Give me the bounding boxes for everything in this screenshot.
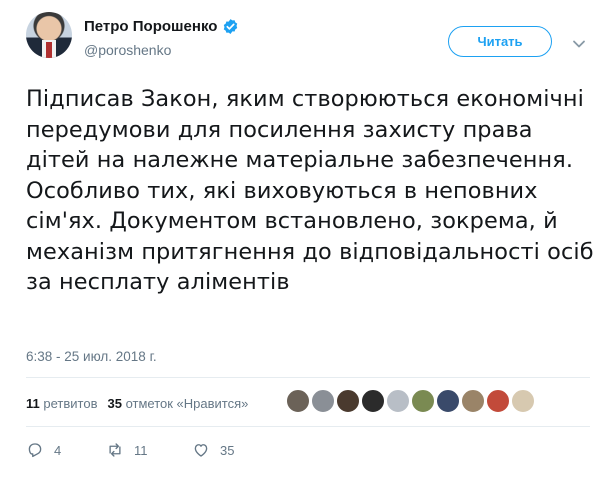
liker-avatar[interactable] xyxy=(436,389,460,413)
liker-avatar[interactable] xyxy=(461,389,485,413)
retweets-count: 11 xyxy=(26,396,40,411)
liker-avatars xyxy=(286,389,535,413)
tweet-text: Підписав Закон, яким створюються економі… xyxy=(26,86,594,295)
divider-top xyxy=(26,377,590,378)
liker-avatar[interactable] xyxy=(411,389,435,413)
liker-avatar[interactable] xyxy=(386,389,410,413)
tweet-stats: 11 ретвитов 35 отметок «Нравится» xyxy=(26,396,248,411)
retweets-stat[interactable]: 11 ретвитов xyxy=(26,396,97,411)
avatar-tie xyxy=(46,42,52,58)
avatar[interactable] xyxy=(26,12,72,58)
reply-icon xyxy=(28,443,42,458)
like-button[interactable]: 35 xyxy=(192,441,234,459)
author-name-row[interactable]: Петро Порошенко xyxy=(84,18,239,35)
author-display-name[interactable]: Петро Порошенко xyxy=(84,18,217,35)
heart-icon xyxy=(194,444,208,457)
like-count: 35 xyxy=(220,442,235,458)
liker-avatar[interactable] xyxy=(486,389,510,413)
tweet-actions: 4 11 35 xyxy=(26,441,234,459)
retweets-label: ретвитов xyxy=(43,396,98,411)
follow-button[interactable]: Читать xyxy=(448,26,552,57)
verified-icon xyxy=(222,18,239,35)
divider-bottom xyxy=(26,426,590,427)
likes-stat[interactable]: 35 отметок «Нравится» xyxy=(107,396,248,411)
retweet-icon xyxy=(109,443,121,457)
tweet-timestamp[interactable]: 6:38 - 25 июл. 2018 г. xyxy=(26,349,157,364)
liker-avatar[interactable] xyxy=(361,389,385,413)
retweet-button[interactable]: 11 xyxy=(106,441,192,459)
reply-count: 4 xyxy=(54,442,62,458)
reply-button[interactable]: 4 xyxy=(26,441,106,459)
likes-label: отметок «Нравится» xyxy=(125,396,249,411)
retweet-count: 11 xyxy=(134,442,148,458)
liker-avatar[interactable] xyxy=(336,389,360,413)
liker-avatar[interactable] xyxy=(311,389,335,413)
likes-count: 35 xyxy=(107,396,122,411)
liker-avatar[interactable] xyxy=(286,389,310,413)
liker-avatar[interactable] xyxy=(511,389,535,413)
author-handle[interactable]: @poroshenko xyxy=(84,42,171,58)
caret-down-icon[interactable] xyxy=(572,36,586,48)
